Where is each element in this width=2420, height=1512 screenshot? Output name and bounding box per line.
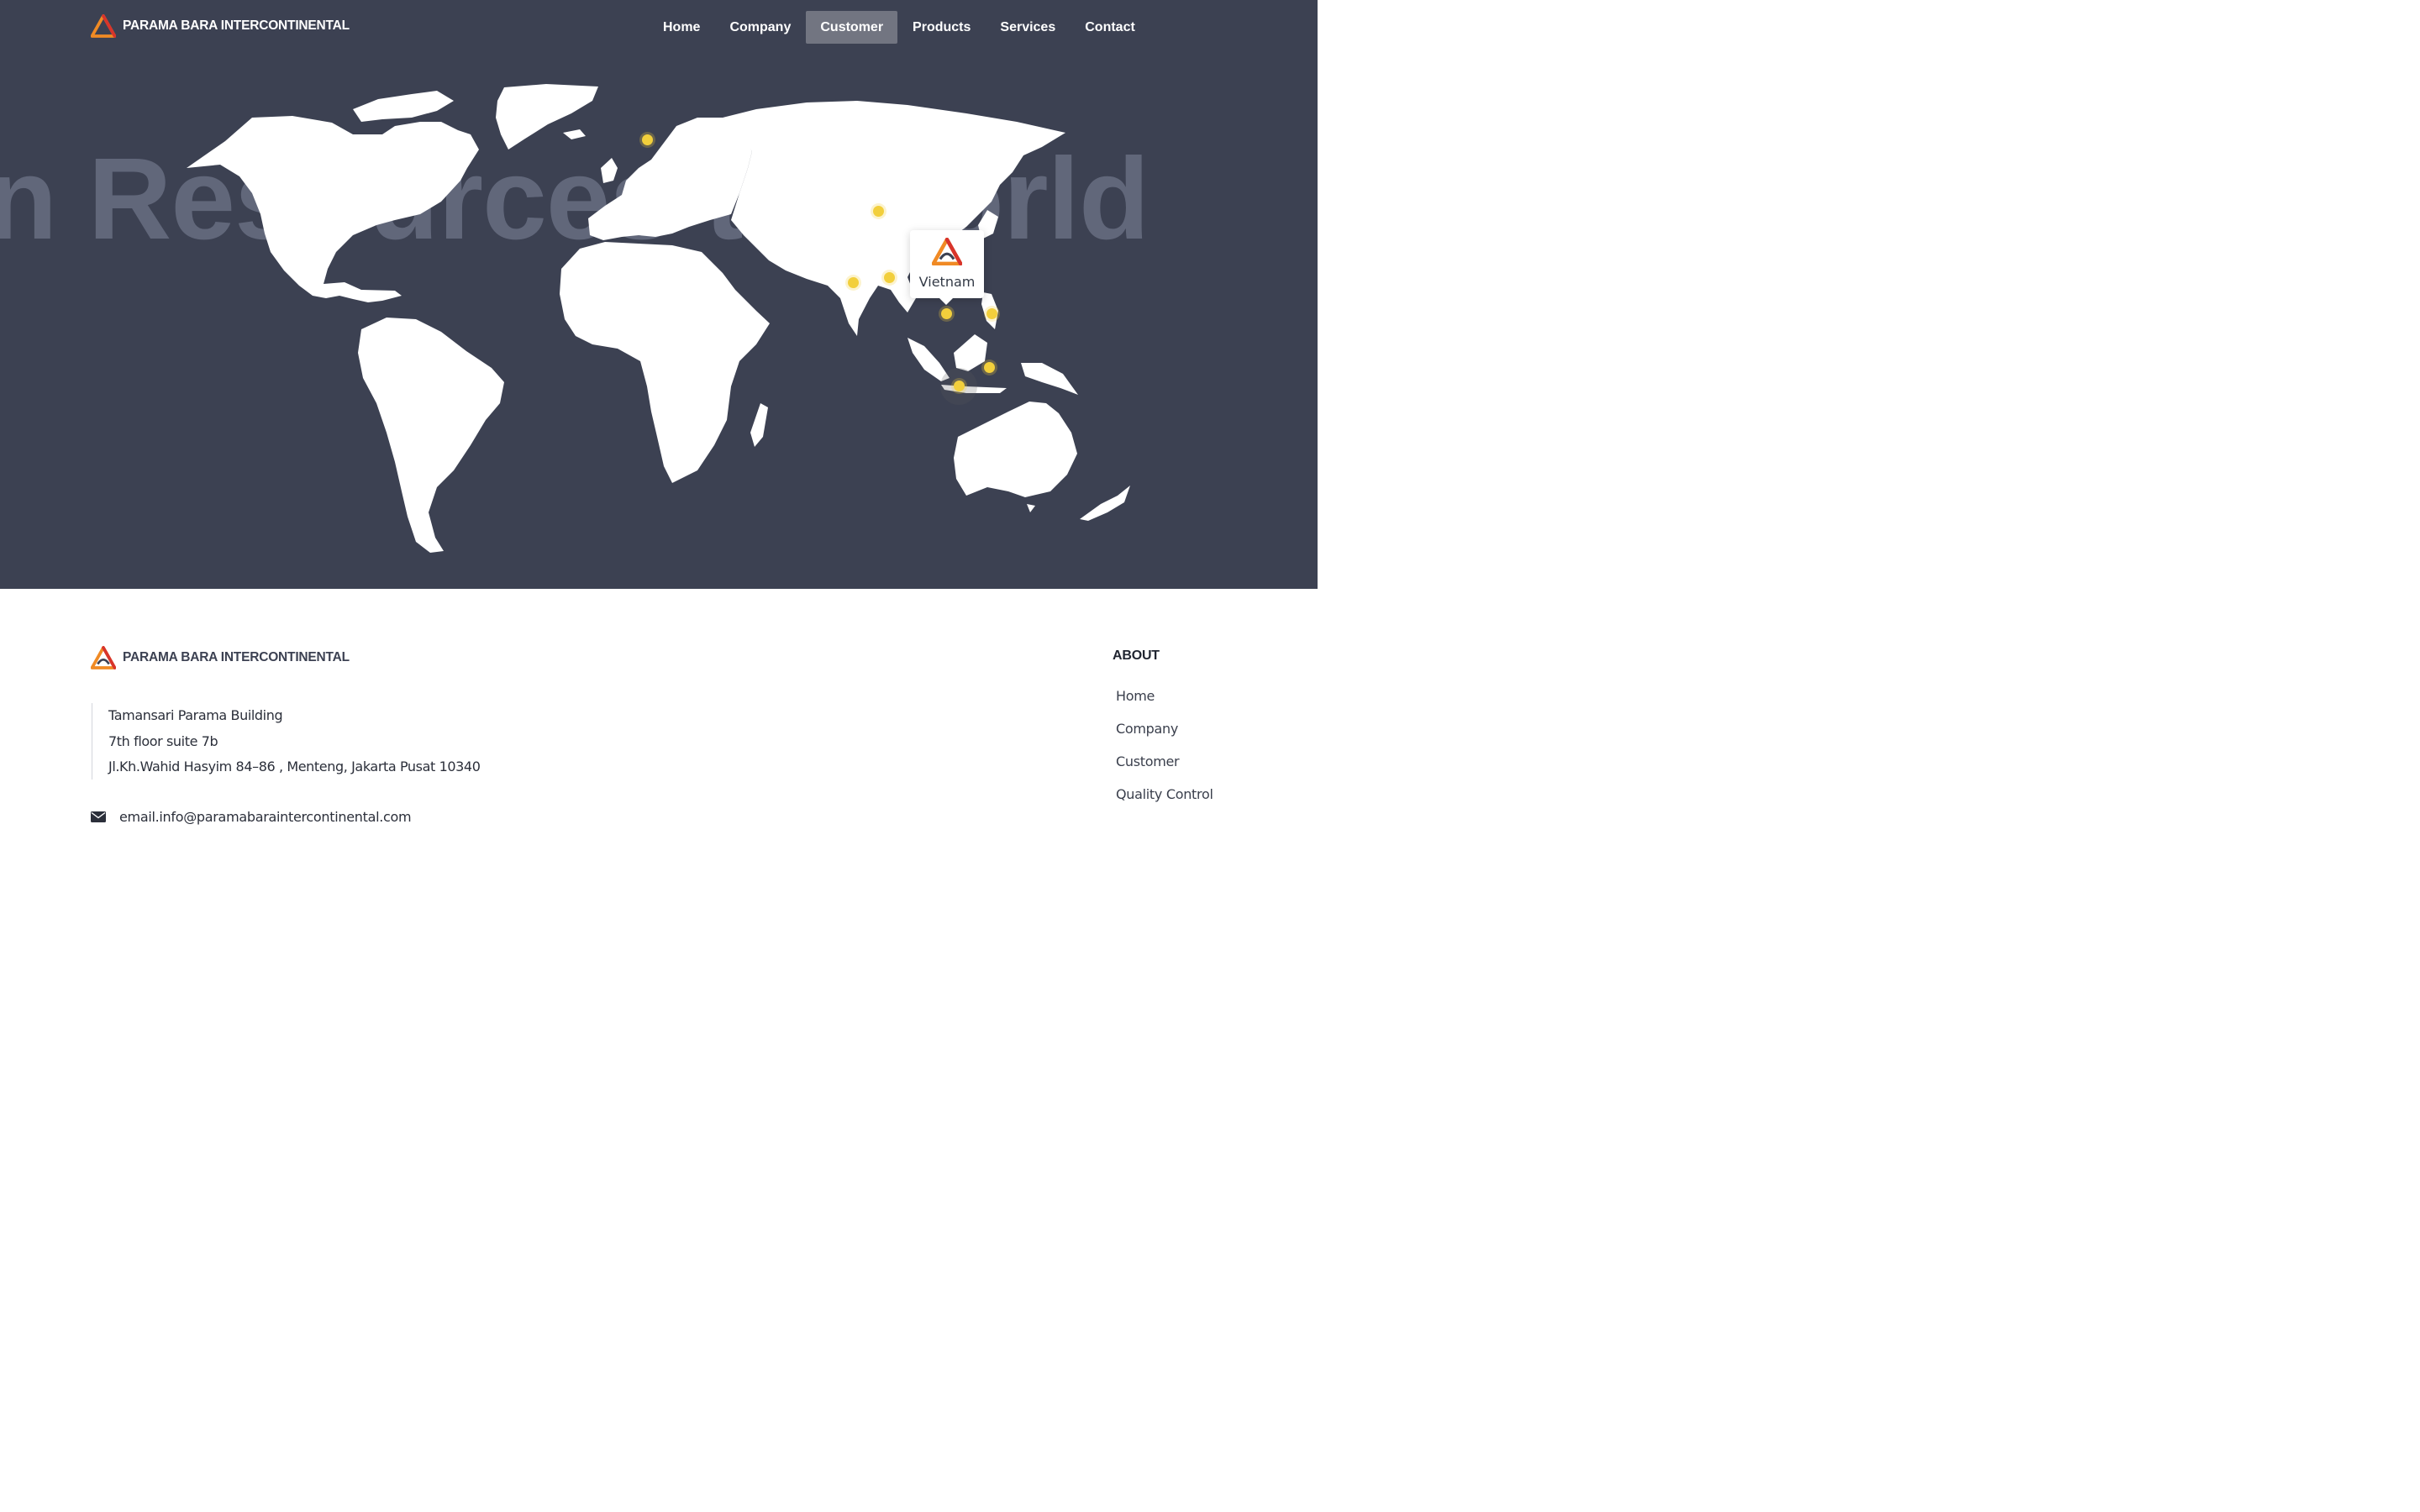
island-madagascar [750, 403, 768, 447]
about-link-quality-control[interactable]: Quality Control [1116, 786, 1213, 819]
location-marker[interactable] [883, 271, 895, 283]
logo-mark-icon [91, 13, 116, 39]
location-marker[interactable] [953, 380, 965, 391]
continent-asia [723, 101, 1065, 336]
world-map [187, 84, 1130, 553]
location-marker[interactable] [983, 361, 995, 373]
nav-products[interactable]: Products [898, 11, 985, 44]
footer-about: ABOUT Home Company Customer Quality Cont… [1113, 648, 1213, 819]
footer-brand-name: PARAMA BARA INTERCONTINENTAL [123, 650, 350, 664]
island-borneo [954, 334, 987, 371]
location-marker[interactable] [847, 276, 859, 288]
island-new-zealand [1080, 486, 1130, 521]
footer-logo[interactable]: PARAMA BARA INTERCONTINENTAL [91, 645, 350, 670]
nav-services[interactable]: Services [986, 11, 1070, 44]
nav-customer[interactable]: Customer [806, 11, 898, 44]
about-link-home[interactable]: Home [1116, 688, 1213, 721]
hero-section: n Resources to world Vietnam PARAMA BARA… [0, 0, 1318, 589]
main-nav: Home Company Customer Products Services … [649, 11, 1150, 44]
location-marker[interactable] [872, 205, 884, 217]
continent-south-america [358, 318, 504, 553]
nav-company[interactable]: Company [715, 11, 805, 44]
about-link-customer[interactable]: Customer [1116, 753, 1213, 786]
address-line-2: 7th floor suite 7b [108, 732, 218, 749]
location-marker[interactable] [986, 307, 997, 319]
island-greenland [496, 84, 598, 150]
address-line-3: Jl.Kh.Wahid Hasyim 84–86 , Menteng, Jaka… [108, 759, 481, 774]
footer-email[interactable]: email.info@paramabaraintercontinental.co… [91, 809, 412, 825]
about-heading: ABOUT [1113, 648, 1160, 663]
island-arctic [353, 91, 454, 122]
logo-mark-icon [932, 238, 962, 265]
continent-north-america [187, 116, 479, 302]
island-new-guinea [1021, 363, 1078, 395]
nav-home[interactable]: Home [649, 11, 714, 44]
envelope-icon [91, 811, 106, 822]
continent-australia [954, 402, 1077, 497]
header-logo[interactable]: PARAMA BARA INTERCONTINENTAL [91, 13, 350, 39]
location-marker[interactable] [641, 134, 653, 145]
brand-name: PARAMA BARA INTERCONTINENTAL [123, 18, 350, 33]
footer: PARAMA BARA INTERCONTINENTAL Tamansari P… [0, 589, 1318, 825]
address-line-1: Tamansari Parama Building [108, 707, 283, 723]
map-tooltip: Vietnam [910, 230, 984, 305]
tooltip-label: Vietnam [918, 274, 976, 290]
island-iceland [563, 129, 586, 139]
island-uk [601, 158, 618, 183]
continent-africa [560, 242, 770, 483]
logo-mark-icon [91, 645, 116, 670]
email-text: email.info@paramabaraintercontinental.co… [119, 809, 412, 825]
footer-address: Tamansari Parama Building 7th floor suit… [92, 703, 481, 780]
island-tasmania [1027, 504, 1035, 512]
nav-contact[interactable]: Contact [1071, 11, 1150, 44]
location-marker-vietnam[interactable] [940, 307, 952, 319]
about-link-company[interactable]: Company [1116, 721, 1213, 753]
about-links: Home Company Customer Quality Control [1116, 688, 1213, 819]
